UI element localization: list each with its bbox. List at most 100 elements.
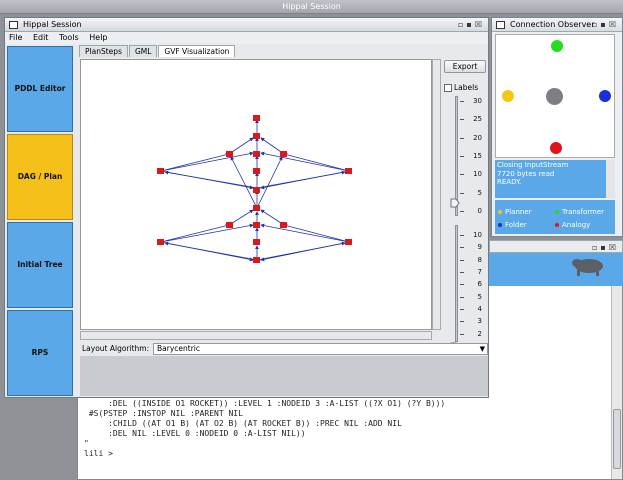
layout-algorithm-value: Barycentric — [157, 344, 200, 353]
dag-node — [280, 151, 287, 157]
slider-tick — [460, 137, 464, 139]
dag-node — [253, 115, 260, 121]
console-scroll-thumb[interactable] — [613, 409, 621, 469]
dag-node — [226, 222, 233, 228]
console-line: #S(PSTEP :INSTOP NIL :PARENT NIL — [84, 409, 243, 418]
dag-node — [345, 168, 352, 174]
slider-tick — [460, 235, 464, 236]
slider-tick-label: 4 — [477, 305, 482, 313]
analogy-node-icon — [550, 142, 562, 154]
console-line: :DEL NIL :LEVEL 0 :NODEID 0 :A-LIST NIL)… — [84, 429, 306, 438]
slider-tick-label: 0 — [477, 207, 482, 215]
slider-tick — [460, 333, 464, 335]
export-button[interactable]: Export — [444, 60, 486, 73]
slider-tick-label: 2 — [477, 329, 482, 338]
dag-node — [253, 257, 260, 263]
graph-vertical-scrollbar[interactable] — [432, 59, 441, 330]
hippo-window: ▫▪☒ — [489, 240, 623, 286]
nav-rps[interactable]: RPS — [7, 310, 73, 396]
status-area — [80, 356, 488, 396]
labels-checkbox[interactable] — [444, 84, 452, 92]
log-line: 7720 bytes read — [497, 169, 555, 178]
slider-tick-label: 10 — [473, 231, 482, 239]
legend-transformer: Transformer — [555, 208, 604, 216]
dag-node — [253, 151, 260, 157]
tab-plansteps[interactable]: PlanSteps — [79, 45, 128, 57]
graph-controls: Export Labels 302520151050 10987654321 — [442, 59, 488, 352]
log-line: READY. — [497, 178, 522, 186]
slider-tick-label: 9 — [477, 243, 482, 252]
dag-node — [253, 222, 260, 228]
dag-node — [253, 187, 260, 193]
slider-tick — [460, 296, 464, 298]
nav-initial-tree[interactable]: Initial Tree — [7, 222, 73, 308]
console-line: :CHILD ((AT O1 B) (AT O2 B) (AT ROCKET B… — [84, 419, 402, 428]
dag-graph — [157, 115, 352, 263]
menu-file[interactable]: File — [5, 32, 26, 43]
slider-tick-label: 25 — [473, 115, 482, 124]
slider-tick — [460, 174, 464, 176]
dag-node — [157, 239, 164, 245]
slider-tick-label: 5 — [477, 188, 482, 197]
session-title-bar[interactable]: Hippal Session ▫▪☒ — [5, 18, 488, 32]
connection-observer-window: Connection Observer ▫▪☒ Closing InputStr… — [491, 17, 623, 237]
view-tabs: PlanSteps GML GVF Visualization — [79, 45, 236, 57]
slider-tick — [460, 309, 464, 310]
dag-node — [226, 151, 233, 157]
connection-observer-title: Connection Observer — [510, 20, 595, 29]
console-line: :DEL ((INSIDE O1 ROCKET)) :LEVEL 1 :NODE… — [84, 399, 446, 408]
desktop-title: Hippal Session — [282, 2, 341, 11]
session-title: Hippal Session — [23, 20, 82, 29]
layout-algorithm-row: Layout Algorithm: Barycentric ▼ — [80, 343, 488, 355]
center-node-icon — [546, 88, 563, 105]
slider-tick-label: 15 — [473, 152, 482, 160]
slider-tick — [460, 211, 464, 212]
console-line: " — [84, 439, 89, 448]
legend-analogy: Analogy — [555, 221, 590, 229]
labels-toggle[interactable]: Labels — [444, 83, 478, 92]
nav-dag-plan[interactable]: DAG / Plan — [7, 134, 73, 220]
hippo-window-title-bar[interactable]: ▫▪☒ — [489, 240, 623, 253]
slider-tick — [460, 259, 464, 261]
dag-node — [157, 168, 164, 174]
graph-horizontal-scrollbar[interactable] — [80, 331, 432, 340]
dag-graph-canvas[interactable] — [80, 59, 432, 330]
connection-observer-controls[interactable]: ▫▪☒ — [592, 20, 619, 29]
connection-observer-title-bar[interactable]: Connection Observer ▫▪☒ — [492, 18, 622, 32]
menu-tools[interactable]: Tools — [55, 32, 83, 43]
menu-help[interactable]: Help — [85, 32, 111, 43]
tab-gvf-visualization[interactable]: GVF Visualization — [158, 45, 236, 57]
depth-slider-track[interactable] — [455, 225, 458, 342]
session-window-controls[interactable]: ▫▪☒ — [458, 20, 485, 29]
connection-graph — [495, 34, 615, 158]
hippo-window-controls[interactable]: ▫▪☒ — [592, 243, 619, 252]
dag-node — [280, 222, 287, 228]
slider-tick — [460, 272, 464, 273]
slider-tick-label: 10 — [473, 170, 482, 179]
slider-tick-label: 20 — [473, 133, 482, 142]
menu-edit[interactable]: Edit — [29, 32, 53, 43]
desktop-title-bar: Hippal Session — [0, 0, 623, 14]
slider-tick — [460, 247, 464, 249]
hippo-banner — [489, 253, 623, 286]
zoom-slider-thumb[interactable] — [450, 198, 460, 208]
dag-node — [253, 133, 260, 139]
transformer-node-icon — [551, 40, 563, 52]
hippo-logo-icon — [572, 259, 603, 276]
slider-tick — [460, 156, 464, 157]
chevron-down-icon[interactable]: ▼ — [480, 344, 485, 354]
dag-nodes — [157, 115, 352, 263]
menu-bar: File Edit Tools Help — [5, 32, 488, 44]
console-line: lili > — [84, 449, 113, 458]
dag-node — [345, 239, 352, 245]
planner-node-icon — [502, 90, 514, 102]
tab-gml[interactable]: GML — [128, 45, 158, 57]
connection-log: Closing InputStream 7720 bytes read READ… — [495, 160, 615, 198]
folder-node-icon — [599, 90, 611, 102]
dag-node — [253, 168, 260, 174]
nav-pddl-editor[interactable]: PDDL Editor — [7, 46, 73, 132]
layout-algorithm-select[interactable]: Barycentric ▼ — [153, 343, 488, 355]
log-scrollbar[interactable] — [606, 160, 615, 198]
navigation-panel: PDDL Editor DAG / Plan Initial Tree RPS — [7, 46, 75, 396]
window-icon — [9, 21, 18, 29]
